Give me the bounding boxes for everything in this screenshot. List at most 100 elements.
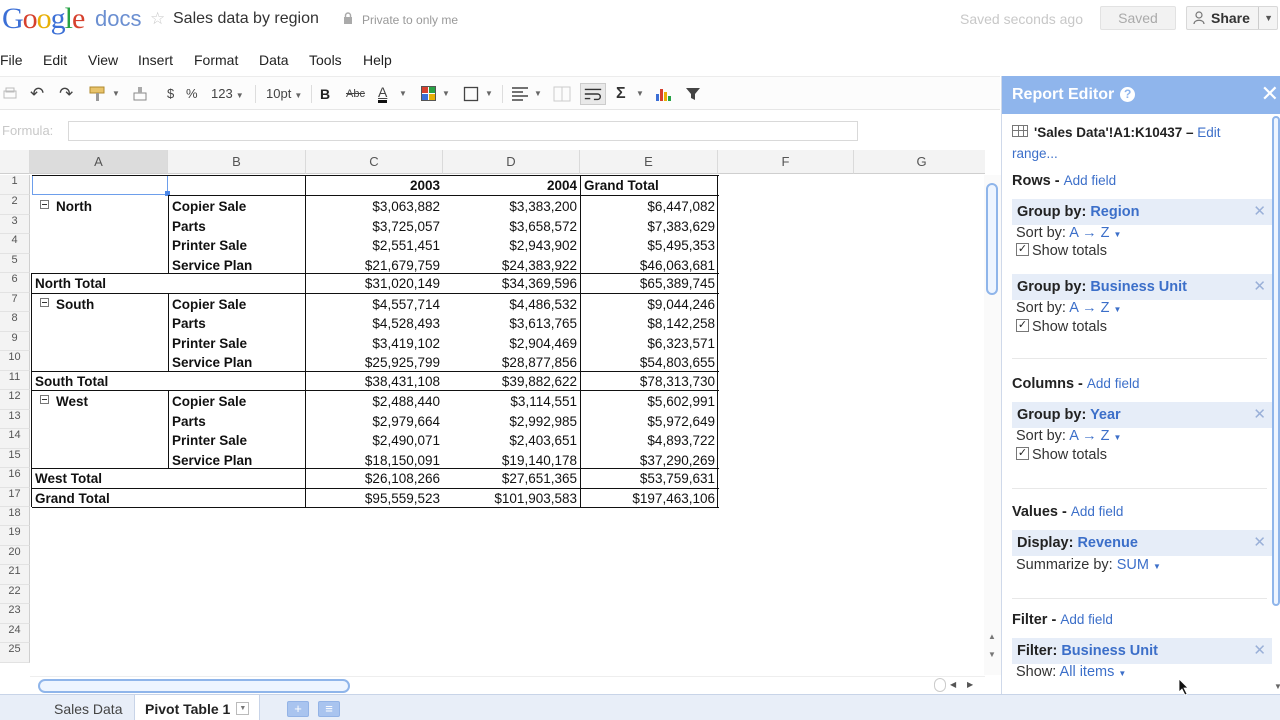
row-header[interactable]: 23 <box>0 604 30 624</box>
row-header[interactable]: 16 <box>0 468 30 488</box>
star-icon[interactable]: ☆ <box>150 9 165 29</box>
pivot-value-cell[interactable]: $4,557,714 <box>306 295 443 314</box>
row-header[interactable]: 3 <box>0 215 30 234</box>
fill-color-icon[interactable] <box>421 86 437 102</box>
row-header[interactable]: 18 <box>0 507 30 526</box>
scroll-down-icon[interactable]: ▼ <box>988 650 996 659</box>
chart-icon[interactable] <box>655 86 673 102</box>
pivot-value-cell[interactable]: $2,992,985 <box>443 412 580 431</box>
strikethrough-button[interactable]: Abc <box>346 84 365 104</box>
menu-help[interactable]: Help <box>363 52 392 68</box>
row-header[interactable]: 20 <box>0 546 30 565</box>
column-header-g[interactable]: G <box>854 150 985 174</box>
share-dropdown-icon[interactable]: ▼ <box>1258 7 1273 29</box>
pivot-value-cell[interactable]: $6,447,082 <box>580 197 718 216</box>
value-field-revenue[interactable]: Display: Revenue ✕ <box>1012 530 1272 556</box>
row-header[interactable]: 12 <box>0 390 30 410</box>
show-totals-checkbox[interactable]: ✓ <box>1016 242 1029 256</box>
pivot-total-cell[interactable]: $78,313,730 <box>580 372 718 391</box>
column-header-d[interactable]: D <box>443 150 580 174</box>
undo-icon[interactable]: ↶ <box>30 84 44 104</box>
row-header[interactable]: 9 <box>0 332 30 351</box>
horizontal-scrollbar[interactable]: ◀ ▶ <box>30 676 985 694</box>
column-header-c[interactable]: C <box>306 150 443 174</box>
scroll-left-icon[interactable]: ◀ <box>950 680 956 689</box>
pivot-value-cell[interactable]: $3,725,057 <box>306 217 443 236</box>
pivot-value-cell[interactable]: $5,495,353 <box>580 236 718 255</box>
remove-field-icon[interactable]: ✕ <box>1253 402 1266 428</box>
text-color-button[interactable]: A <box>378 84 388 103</box>
selected-cell-a1[interactable] <box>32 175 168 195</box>
pivot-value-cell[interactable]: $7,383,629 <box>580 217 718 236</box>
pivot-value-cell[interactable]: $3,658,572 <box>443 217 580 236</box>
pivot-value-cell[interactable]: $5,972,649 <box>580 412 718 431</box>
pivot-value-cell[interactable]: $2,490,071 <box>306 431 443 450</box>
horizontal-scroll-thumb[interactable] <box>38 679 350 693</box>
sheet-list-button[interactable]: ≡ <box>318 701 340 717</box>
pivot-value-cell[interactable]: $28,877,856 <box>443 353 580 372</box>
pivot-value-cell[interactable]: $3,063,882 <box>306 197 443 216</box>
column-header-e[interactable]: E <box>580 150 718 174</box>
column-header-a[interactable]: A <box>30 150 168 174</box>
percent-format-button[interactable]: % <box>186 84 198 104</box>
pivot-value-cell[interactable]: $2,904,469 <box>443 334 580 353</box>
pivot-total-cell[interactable]: $31,020,149 <box>306 274 443 293</box>
remove-field-icon[interactable]: ✕ <box>1253 530 1266 556</box>
pivot-value-cell[interactable]: $4,486,532 <box>443 295 580 314</box>
grand-total-cell[interactable]: $95,559,523 <box>306 489 443 508</box>
align-dropdown-icon[interactable]: ▼ <box>534 84 542 104</box>
filter-add-field-link[interactable]: Add field <box>1060 612 1113 627</box>
pivot-total-cell[interactable]: $38,431,108 <box>306 372 443 391</box>
row-header[interactable]: 13 <box>0 410 30 429</box>
pivot-value-cell[interactable]: $2,979,664 <box>306 412 443 431</box>
row-header[interactable]: 4 <box>0 234 30 254</box>
remove-field-icon[interactable]: ✕ <box>1253 638 1266 664</box>
fill-color-dropdown-icon[interactable]: ▼ <box>442 84 450 104</box>
add-sheet-button[interactable]: + <box>287 701 309 717</box>
grand-total-cell[interactable]: $197,463,106 <box>580 489 718 508</box>
scroll-down-icon[interactable]: ▼ <box>1274 682 1280 691</box>
sheet-tab-menu-icon[interactable]: ▼ <box>236 701 250 715</box>
remove-field-icon[interactable]: ✕ <box>1253 199 1266 225</box>
help-icon[interactable]: ? <box>1120 87 1136 102</box>
pivot-value-cell[interactable]: $4,893,722 <box>580 431 718 450</box>
vertical-scroll-thumb[interactable] <box>986 183 998 295</box>
columns-add-field-link[interactable]: Add field <box>1087 376 1140 391</box>
sort-dropdown[interactable]: A → Z ▼ <box>1069 225 1121 241</box>
row-group-region[interactable]: Group by: Region ✕ <box>1012 199 1272 225</box>
pivot-value-cell[interactable]: $25,925,799 <box>306 353 443 372</box>
pivot-total-cell[interactable]: $34,369,596 <box>443 274 580 293</box>
font-size-dropdown[interactable]: 10pt ▼ <box>266 84 302 104</box>
pivot-total-cell[interactable]: $53,759,631 <box>580 469 718 488</box>
column-group-year[interactable]: Group by: Year ✕ <box>1012 402 1272 428</box>
rows-add-field-link[interactable]: Add field <box>1064 173 1117 188</box>
wrap-text-icon[interactable] <box>580 83 606 105</box>
row-header[interactable]: 15 <box>0 449 30 468</box>
functions-dropdown-icon[interactable]: ▼ <box>636 84 644 104</box>
row-header[interactable]: 14 <box>0 429 30 449</box>
row-header[interactable]: 22 <box>0 585 30 604</box>
row-header[interactable]: 2 <box>0 195 30 215</box>
formula-input[interactable] <box>68 121 858 141</box>
pivot-value-cell[interactable]: $6,323,571 <box>580 334 718 353</box>
row-header[interactable]: 8 <box>0 312 30 332</box>
report-editor-scrollbar[interactable] <box>1272 116 1280 606</box>
sort-dropdown[interactable]: A → Z ▼ <box>1069 300 1121 316</box>
pivot-value-cell[interactable]: $3,383,200 <box>443 197 580 216</box>
edit-range-link-continued[interactable]: range... <box>1012 146 1058 161</box>
align-icon[interactable] <box>511 86 529 102</box>
pivot-value-cell[interactable]: $2,943,902 <box>443 236 580 255</box>
menu-tools[interactable]: Tools <box>309 52 342 68</box>
print-icon[interactable] <box>2 86 18 102</box>
row-header[interactable]: 24 <box>0 624 30 643</box>
document-title[interactable]: Sales data by region <box>173 10 319 28</box>
functions-button[interactable]: Σ <box>616 84 626 104</box>
paint-format-icon[interactable] <box>89 85 107 102</box>
scroll-right-icon[interactable]: ▶ <box>967 680 973 689</box>
pivot-value-cell[interactable]: $8,142,258 <box>580 314 718 333</box>
redo-icon[interactable]: ↷ <box>59 84 73 104</box>
pivot-value-cell[interactable]: $3,114,551 <box>443 392 580 411</box>
sort-dropdown[interactable]: A → Z ▼ <box>1069 428 1121 444</box>
pivot-value-cell[interactable]: $2,403,651 <box>443 431 580 450</box>
grand-total-cell[interactable]: $101,903,583 <box>443 489 580 508</box>
